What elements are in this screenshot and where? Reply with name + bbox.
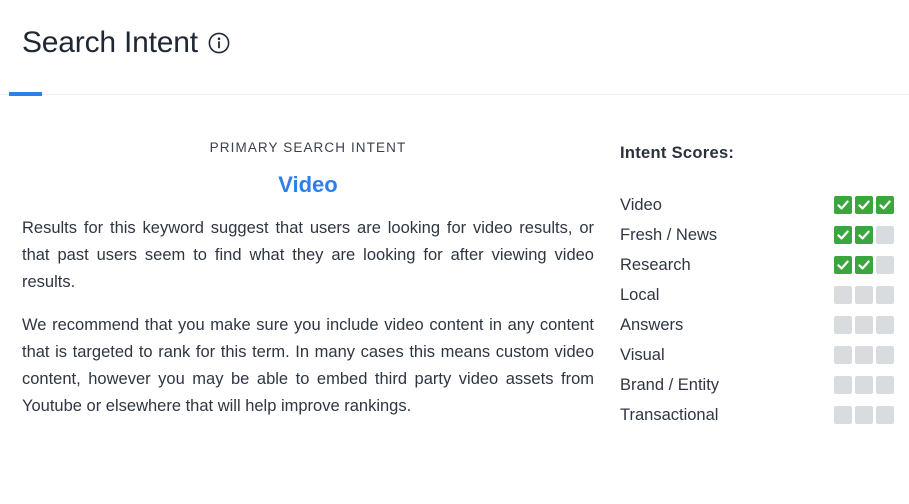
- check-icon: [858, 260, 870, 270]
- check-icon: [837, 260, 849, 270]
- score-row-transactional: Transactional: [620, 400, 896, 430]
- header-divider: [0, 94, 909, 95]
- score-box-empty: [876, 406, 894, 424]
- score-box-filled: [834, 256, 852, 274]
- check-icon: [837, 200, 849, 210]
- score-box-empty: [876, 226, 894, 244]
- intent-recommendation: We recommend that you make sure you incl…: [22, 316, 594, 415]
- score-box-empty: [876, 316, 894, 334]
- score-box-empty: [834, 346, 852, 364]
- score-label: Answers: [620, 315, 684, 334]
- score-box-filled: [834, 196, 852, 214]
- score-box-empty: [834, 406, 852, 424]
- score-meter: [834, 376, 894, 394]
- check-icon: [858, 200, 870, 210]
- score-row-brand-entity: Brand / Entity: [620, 370, 896, 400]
- score-row-video: Video: [620, 190, 896, 220]
- intent-scores-panel: Intent Scores: Video Fresh / News Resear…: [620, 144, 896, 430]
- info-circle-icon[interactable]: [208, 32, 230, 54]
- score-box-filled: [876, 196, 894, 214]
- title-row: Search Intent: [22, 26, 230, 60]
- score-box-empty: [876, 256, 894, 274]
- score-box-filled: [855, 226, 873, 244]
- score-label: Fresh / News: [620, 225, 718, 244]
- score-meter: [834, 316, 894, 334]
- score-meter: [834, 286, 894, 304]
- check-icon: [858, 230, 870, 240]
- primary-intent-kicker: PRIMARY SEARCH INTENT: [209, 140, 407, 155]
- score-row-research: Research: [620, 250, 896, 280]
- primary-intent-panel: PRIMARY SEARCH INTENT Video Results for …: [22, 140, 594, 420]
- check-icon: [837, 230, 849, 240]
- score-meter: [834, 196, 894, 214]
- score-row-fresh-news: Fresh / News: [620, 220, 896, 250]
- page-title: Search Intent: [22, 26, 198, 59]
- score-box-empty: [855, 346, 873, 364]
- score-label: Visual: [620, 345, 665, 364]
- score-box-empty: [876, 286, 894, 304]
- intent-score-list: Video Fresh / News Research Local Answer…: [620, 190, 896, 430]
- score-box-empty: [834, 286, 852, 304]
- score-box-filled: [855, 196, 873, 214]
- score-label: Transactional: [620, 405, 719, 424]
- score-meter: [834, 226, 894, 244]
- score-box-empty: [855, 406, 873, 424]
- score-row-visual: Visual: [620, 340, 896, 370]
- header: Search Intent: [0, 0, 909, 96]
- tab-active-indicator: [9, 92, 42, 96]
- score-box-filled: [834, 226, 852, 244]
- score-box-empty: [876, 346, 894, 364]
- score-box-empty: [855, 376, 873, 394]
- score-meter: [834, 346, 894, 364]
- score-label: Local: [620, 285, 660, 304]
- check-icon: [879, 200, 891, 210]
- score-box-empty: [876, 376, 894, 394]
- score-label: Brand / Entity: [620, 375, 720, 394]
- score-label: Video: [620, 195, 662, 214]
- intent-scores-title: Intent Scores:: [620, 144, 735, 162]
- score-row-local: Local: [620, 280, 896, 310]
- intent-description: Results for this keyword suggest that us…: [22, 219, 594, 291]
- score-box-filled: [855, 256, 873, 274]
- score-row-answers: Answers: [620, 310, 896, 340]
- score-meter: [834, 256, 894, 274]
- score-box-empty: [855, 286, 873, 304]
- score-box-empty: [855, 316, 873, 334]
- score-label: Research: [620, 255, 691, 274]
- score-meter: [834, 406, 894, 424]
- primary-intent-value: Video: [278, 172, 338, 197]
- score-box-empty: [834, 376, 852, 394]
- score-box-empty: [834, 316, 852, 334]
